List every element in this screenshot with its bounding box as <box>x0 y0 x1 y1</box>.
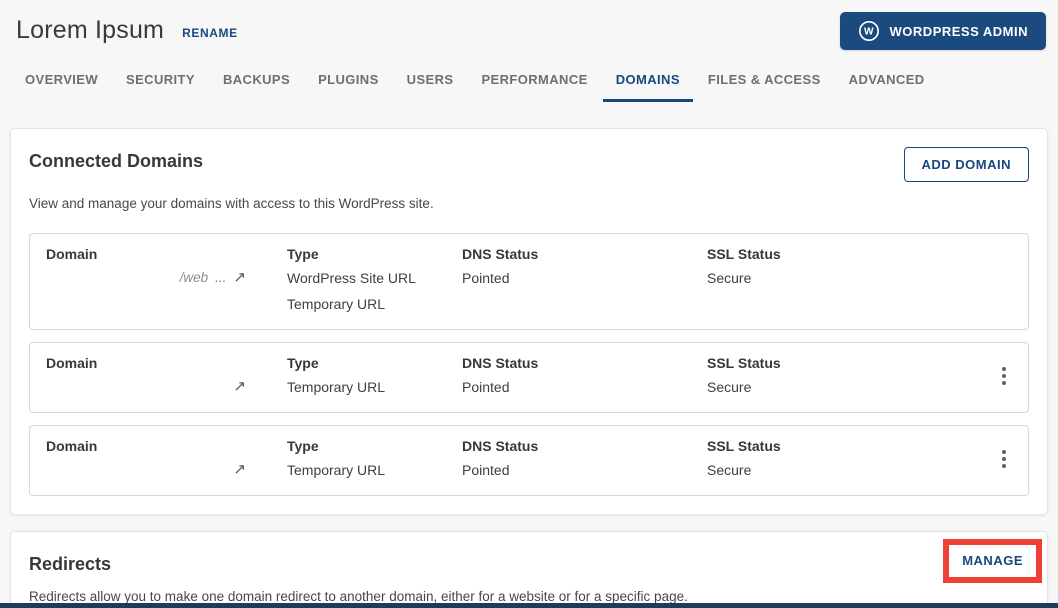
dns-column-header: DNS Status <box>462 355 539 371</box>
domain-column-header: Domain <box>46 246 98 262</box>
tab-advanced[interactable]: ADVANCED <box>849 72 925 102</box>
dns-cell: DNS Status Pointed <box>462 435 707 483</box>
site-title: Lorem Ipsum <box>16 16 165 44</box>
type-cell: Type WordPress Site URL Temporary URL <box>287 243 462 317</box>
page-header: Lorem Ipsum RENAME W WORDPRESS ADMIN <box>0 0 1058 50</box>
svg-text:W: W <box>864 27 874 38</box>
domain-cell: Domain ↗ <box>46 352 287 400</box>
ssl-status-value: Secure <box>707 270 752 286</box>
manage-button-highlight: MANAGE <box>943 539 1042 583</box>
type-column-header: Type <box>287 246 319 262</box>
wordpress-icon: W <box>858 21 879 41</box>
ssl-status-value: Secure <box>707 379 752 395</box>
domain-row: Domain ↗ Type Temporary URL DNS Status P… <box>29 425 1029 496</box>
kebab-menu-icon[interactable] <box>996 444 1012 474</box>
type-value: WordPress Site URL <box>287 270 416 286</box>
tab-performance[interactable]: PERFORMANCE <box>481 72 587 102</box>
tab-plugins[interactable]: PLUGINS <box>318 72 379 102</box>
tab-domains[interactable]: DOMAINS <box>602 72 694 102</box>
ssl-column-header: SSL Status <box>707 246 781 262</box>
dns-column-header: DNS Status <box>462 438 539 454</box>
connected-domains-title: Connected Domains <box>29 151 204 171</box>
type-cell: Type Temporary URL <box>287 352 462 400</box>
dns-status-value: Pointed <box>462 462 510 478</box>
rename-button[interactable]: RENAME <box>182 26 238 40</box>
bottom-bar <box>0 603 1058 608</box>
redirects-card: Redirects MANAGE Redirects allow you to … <box>10 531 1048 608</box>
type-column-header: Type <box>287 355 319 371</box>
domain-rows: Domain /web... ↗ Type WordPress Site URL… <box>29 233 1029 496</box>
dns-column-header: DNS Status <box>462 246 539 262</box>
wordpress-admin-button[interactable]: W WORDPRESS ADMIN <box>839 12 1046 50</box>
domain-cell: Domain ↗ <box>46 435 287 483</box>
kebab-menu-icon[interactable] <box>996 361 1012 391</box>
connected-domains-description: View and manage your domains with access… <box>29 196 434 211</box>
type-value: Temporary URL <box>287 379 386 395</box>
dns-cell: DNS Status Pointed <box>462 352 707 400</box>
ssl-status-value: Secure <box>707 462 752 478</box>
ssl-column-header: SSL Status <box>707 438 781 454</box>
external-link-icon[interactable]: ↗ <box>233 457 246 483</box>
manage-button[interactable]: MANAGE <box>962 553 1023 568</box>
type-cell: Type Temporary URL <box>287 435 462 483</box>
dns-status-value: Pointed <box>462 270 510 286</box>
external-link-icon[interactable]: ↗ <box>233 265 246 291</box>
tab-files-access[interactable]: FILES & ACCESS <box>708 72 821 102</box>
type-value: Temporary URL <box>287 296 386 312</box>
tab-backups[interactable]: BACKUPS <box>223 72 290 102</box>
domain-path-text[interactable]: /web <box>180 265 209 291</box>
tab-overview[interactable]: OVERVIEW <box>25 72 98 102</box>
dns-cell: DNS Status Pointed <box>462 243 707 291</box>
ssl-column-header: SSL Status <box>707 355 781 371</box>
domain-column-header: Domain <box>46 438 98 454</box>
redirects-title: Redirects <box>29 554 112 574</box>
type-column-header: Type <box>287 438 319 454</box>
domain-cell: Domain /web... ↗ <box>46 243 287 291</box>
ssl-cell: SSL Status Secure <box>707 352 980 400</box>
connected-domains-card: Connected Domains ADD DOMAIN View and ma… <box>10 128 1048 515</box>
domain-row: Domain /web... ↗ Type WordPress Site URL… <box>29 233 1029 330</box>
dns-status-value: Pointed <box>462 379 510 395</box>
ssl-cell: SSL Status Secure <box>707 435 980 483</box>
add-domain-button[interactable]: ADD DOMAIN <box>903 147 1029 182</box>
type-value: Temporary URL <box>287 462 386 478</box>
external-link-icon[interactable]: ↗ <box>233 374 246 400</box>
tab-security[interactable]: SECURITY <box>126 72 195 102</box>
wordpress-admin-label: WORDPRESS ADMIN <box>889 23 1028 39</box>
domain-column-header: Domain <box>46 355 98 371</box>
tab-users[interactable]: USERS <box>407 72 454 102</box>
tab-bar: OVERVIEW SECURITY BACKUPS PLUGINS USERS … <box>0 72 1058 103</box>
ssl-cell: SSL Status Secure <box>707 243 980 291</box>
domain-path-ellipsis[interactable]: ... <box>215 265 226 291</box>
redirects-description: Redirects allow you to make one domain r… <box>29 589 688 604</box>
domain-row: Domain ↗ Type Temporary URL DNS Status P… <box>29 342 1029 413</box>
